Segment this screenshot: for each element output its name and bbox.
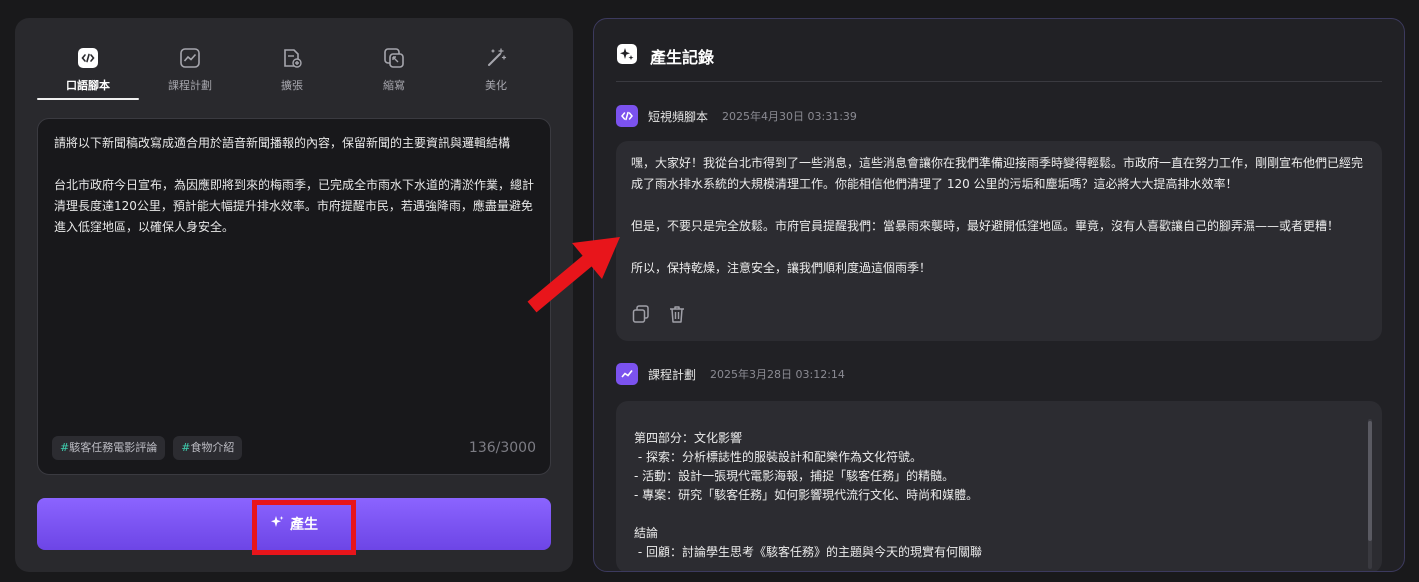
record-date: 2025年3月28日 03:12:14 <box>710 368 845 381</box>
tab-label: 美化 <box>485 79 507 92</box>
trash-icon[interactable] <box>666 303 688 325</box>
prompt-text[interactable]: 請將以下新聞稿改寫成適合用於語音新聞播報的內容，保留新聞的主要資訊與邏輯結構 台… <box>54 133 538 238</box>
highlight-annotation <box>252 500 356 555</box>
record-card: 第四部分：文化影響 - 探索：分析標誌性的服裝設計和配樂作為文化符號。 - 活動… <box>616 401 1382 571</box>
history-icon <box>616 43 638 69</box>
tab-label: 課程計劃 <box>168 79 212 92</box>
record-type: 短視頻腳本 <box>648 109 709 124</box>
record-header: 課程計劃 2025年3月28日 03:12:14 <box>616 363 845 385</box>
prompt-textarea[interactable]: 請將以下新聞稿改寫成適合用於語音新聞播報的內容，保留新聞的主要資訊與邏輯結構 台… <box>37 118 551 475</box>
code-icon <box>76 46 100 70</box>
tab-abbreviate[interactable]: 縮寫 <box>343 46 445 100</box>
suggestion-tags: #駭客任務電影評論 #食物介紹 <box>52 436 243 460</box>
code-icon <box>616 105 638 127</box>
history-title: 產生記錄 <box>650 48 715 67</box>
char-counter: 136/3000 <box>468 440 536 456</box>
tab-spoken-script[interactable]: 口語腳本 <box>37 46 139 100</box>
scrollbar-thumb[interactable] <box>1368 421 1372 541</box>
copy-icon[interactable] <box>630 303 652 325</box>
magic-wand-icon <box>484 46 508 70</box>
tab-label: 擴張 <box>281 79 303 92</box>
mode-tabs: 口語腳本 課程計劃 擴張 縮寫 美化 <box>37 46 547 100</box>
record-text: 第四部分：文化影響 - 探索：分析標誌性的服裝設計和配樂作為文化符號。 - 活動… <box>634 431 982 559</box>
tab-expand[interactable]: 擴張 <box>241 46 343 100</box>
tab-lesson-plan[interactable]: 課程計劃 <box>139 46 241 100</box>
record-header: 短視頻腳本 2025年4月30日 03:31:39 <box>616 105 857 127</box>
tab-label: 口語腳本 <box>66 79 110 92</box>
tab-label: 縮寫 <box>383 79 405 92</box>
tag-food-intro[interactable]: #食物介紹 <box>173 436 243 460</box>
chart-icon <box>616 363 638 385</box>
tag-matrix-review[interactable]: #駭客任務電影評論 <box>52 436 166 460</box>
history-panel: 產生記錄 短視頻腳本 2025年4月30日 03:31:39 嘿，大家好！我從台… <box>593 18 1405 572</box>
record-text: 嘿，大家好！我從台北市得到了一些消息，這些消息會讓你在我們準備迎接雨季時變得輕鬆… <box>631 156 1364 275</box>
divider <box>616 81 1382 82</box>
document-plus-icon <box>280 46 304 70</box>
record-type: 課程計劃 <box>648 367 697 382</box>
tab-beautify[interactable]: 美化 <box>445 46 547 100</box>
shrink-icon <box>382 46 406 70</box>
record-date: 2025年4月30日 03:31:39 <box>722 110 857 123</box>
record-card: 嘿，大家好！我從台北市得到了一些消息，這些消息會讓你在我們準備迎接雨季時變得輕鬆… <box>616 141 1382 341</box>
chart-icon <box>178 46 202 70</box>
